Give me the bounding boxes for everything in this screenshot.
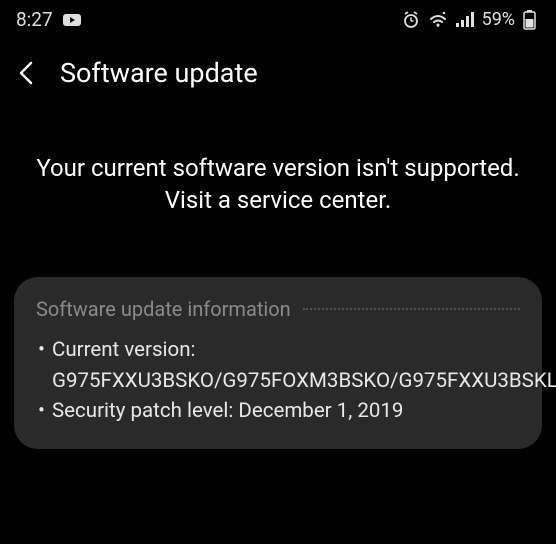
status-left: 8:27 [16,8,81,31]
signal-icon [456,12,474,27]
info-title-row: Software update information [36,297,520,321]
info-list: Current version: G975FXXU3BSKO/G975FOXM3… [36,335,520,427]
info-card-title: Software update information [36,297,291,321]
unsupported-message: Your current software version isn't supp… [0,107,556,267]
status-right: 59% [402,9,536,30]
current-version-item: Current version: G975FXXU3BSKO/G975FOXM3… [36,335,520,397]
status-bar: 8:27 [0,0,556,39]
youtube-icon [63,14,81,26]
software-update-info-card: Software update information Current vers… [14,277,542,449]
battery-icon [523,10,536,30]
header: Software update [0,39,556,107]
back-button[interactable] [14,60,40,86]
battery-percent: 59% [482,9,515,30]
dotted-divider [303,308,520,310]
alarm-icon [402,11,420,29]
page-title: Software update [60,57,258,89]
status-time: 8:27 [16,8,53,31]
wifi-icon [428,12,448,28]
security-patch-item: Security patch level: December 1, 2019 [36,396,520,427]
